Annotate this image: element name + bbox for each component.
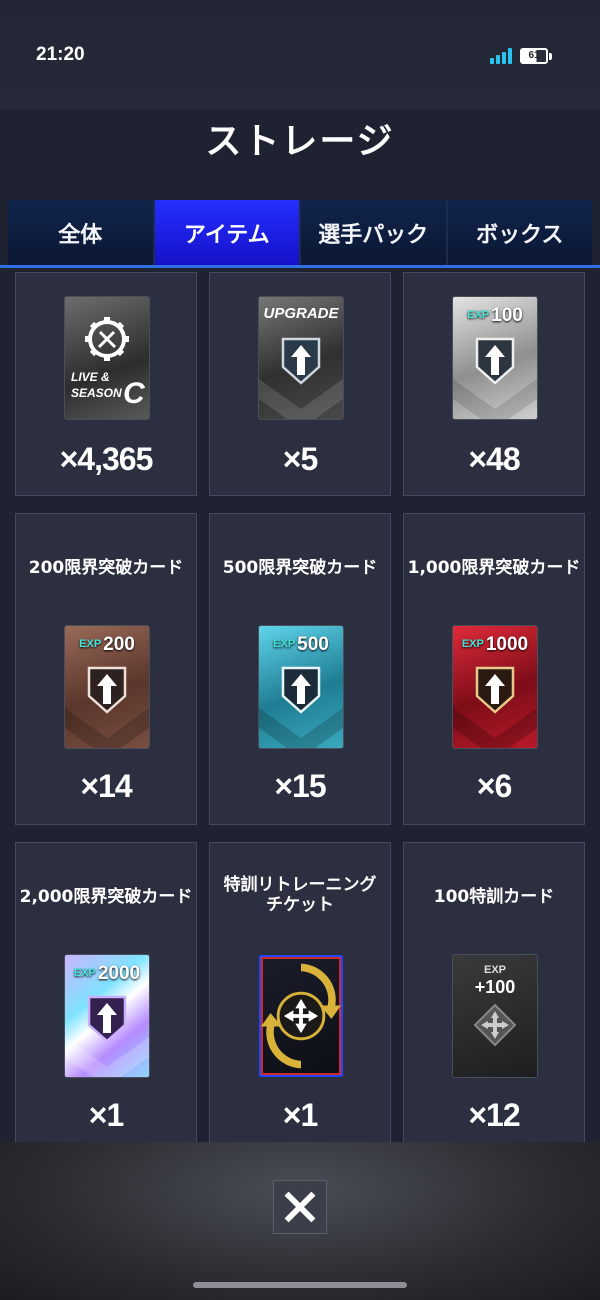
item-name: 2,000限界突破カード xyxy=(19,887,193,907)
item-name: 200限界突破カード xyxy=(28,558,184,578)
home-indicator[interactable] xyxy=(193,1282,407,1288)
item-cell[interactable]: 1,000限界突破カード EXP 1000 ×6 xyxy=(403,513,585,825)
battery-icon: 61 xyxy=(520,48,552,64)
exp-100-card: EXP 100 xyxy=(453,297,537,419)
item-cell[interactable]: 100特訓カード EXP +100 ×12 xyxy=(403,842,585,1147)
svg-text:LIVE &: LIVE & xyxy=(71,370,110,384)
item-name: 特訓リトレーニングチケット xyxy=(223,875,377,915)
exp-2000-card: EXP 2000 xyxy=(65,955,149,1077)
retraining-ticket-card xyxy=(259,955,343,1077)
item-cell[interactable]: 2,000限界突破カード EXP 2000 ×1 xyxy=(15,842,197,1147)
item-count: ×1 xyxy=(282,1097,318,1133)
tab-underline xyxy=(0,265,600,268)
item-count: ×14 xyxy=(80,768,132,804)
svg-text:+100: +100 xyxy=(475,977,516,997)
status-time: 21:20 xyxy=(36,44,85,65)
signal-icon xyxy=(490,48,514,64)
item-cell[interactable]: 特訓リトレーニングチケット ×1 xyxy=(209,842,391,1147)
item-name: 1,000限界突破カード xyxy=(407,558,581,578)
tab-items[interactable]: アイテム xyxy=(154,200,301,266)
training-100-card: EXP +100 xyxy=(453,955,537,1077)
item-count: ×1 xyxy=(88,1097,124,1133)
item-grid[interactable]: LIVE & SEASON C ×4,365 UPGRADE ×5 EXP 100… xyxy=(15,272,585,1147)
upgrade-card: UPGRADE xyxy=(259,297,343,419)
svg-text:C: C xyxy=(123,377,146,410)
tab-bar: 全体 アイテム 選手パック ボックス xyxy=(8,200,592,266)
tab-all[interactable]: 全体 xyxy=(8,200,155,266)
tab-boxes[interactable]: ボックス xyxy=(447,200,592,266)
close-icon xyxy=(284,1191,316,1223)
item-count: ×15 xyxy=(274,768,326,804)
tab-player-packs[interactable]: 選手パック xyxy=(301,200,448,266)
upgrade-card-label: UPGRADE xyxy=(263,305,339,322)
item-cell[interactable]: 500限界突破カード EXP 500 ×15 xyxy=(209,513,391,825)
exp-1000-card: EXP 1000 xyxy=(453,626,537,748)
item-name: 500限界突破カード xyxy=(222,558,378,578)
exp-200-card: EXP 200 xyxy=(65,626,149,748)
close-button[interactable] xyxy=(273,1180,327,1234)
status-bar: 21:20 61 xyxy=(0,0,600,110)
item-name: 100特訓カード xyxy=(433,887,555,907)
page-title: ストレージ xyxy=(205,121,395,162)
exp-500-card: EXP 500 xyxy=(259,626,343,748)
item-cell[interactable]: EXP 100 ×48 xyxy=(403,272,585,496)
item-cell[interactable]: LIVE & SEASON C ×4,365 xyxy=(15,272,197,496)
svg-text:EXP: EXP xyxy=(484,964,506,976)
item-cell[interactable]: UPGRADE ×5 xyxy=(209,272,391,496)
item-count: ×5 xyxy=(282,441,318,477)
svg-text:SEASON: SEASON xyxy=(71,386,122,400)
item-count: ×6 xyxy=(476,768,512,804)
item-count: ×12 xyxy=(468,1097,520,1133)
item-count: ×48 xyxy=(468,441,520,477)
item-cell[interactable]: 200限界突破カード EXP 200 ×14 xyxy=(15,513,197,825)
live-season-c-card: LIVE & SEASON C xyxy=(65,297,149,419)
item-count: ×4,365 xyxy=(59,441,154,477)
